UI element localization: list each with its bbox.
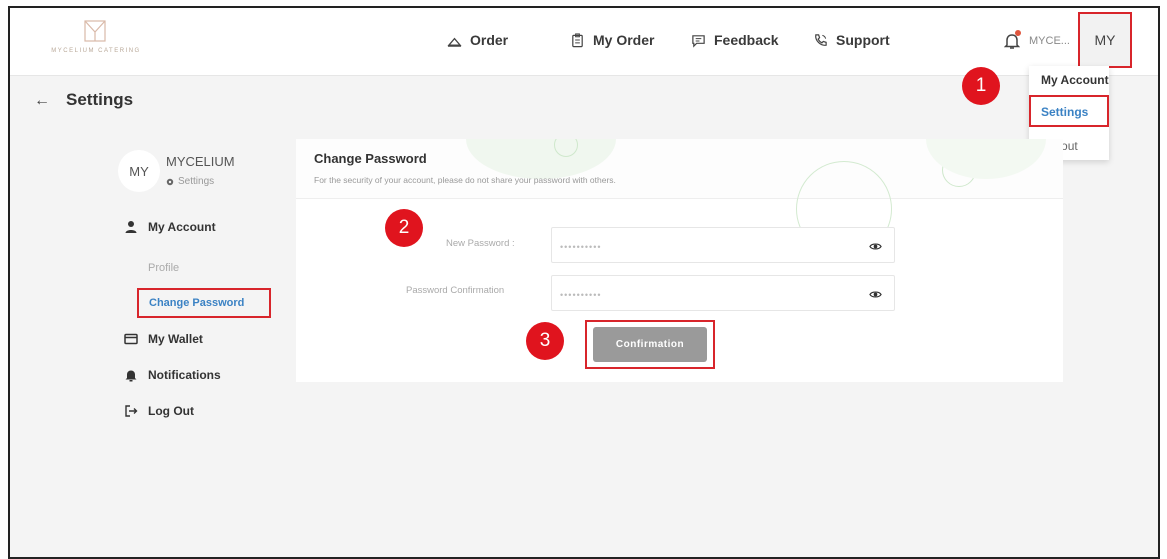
- new-password-label: New Password :: [446, 238, 515, 249]
- home-icon: [447, 37, 462, 47]
- sidebar-item-label: My Account: [148, 220, 216, 234]
- sidebar-item-label: My Wallet: [148, 332, 203, 346]
- dropdown-settings[interactable]: Settings: [1029, 95, 1109, 127]
- page-title: Settings: [66, 90, 134, 109]
- notification-button[interactable]: [1003, 30, 1021, 50]
- step-marker-1: 1: [962, 67, 1000, 105]
- card-title: Change Password: [314, 151, 427, 166]
- card-icon: [124, 333, 138, 345]
- password-confirmation-value: ••••••••••: [560, 290, 602, 300]
- sidebar-subtitle-label: Settings: [178, 176, 215, 187]
- clipboard-icon: [572, 32, 583, 47]
- sidebar-item-my-account[interactable]: My Account: [124, 220, 216, 234]
- brand-logo[interactable]: MYCELIUM CATERING: [46, 18, 146, 68]
- user-avatar-button[interactable]: MY: [1078, 12, 1132, 68]
- password-confirmation-input[interactable]: ••••••••••: [551, 275, 895, 311]
- top-navbar: MYCELIUM CATERING Order My Order Feedbac…: [10, 8, 1158, 76]
- logo-mark-icon: [84, 20, 106, 42]
- sidebar-item-notifications[interactable]: Notifications: [124, 368, 221, 382]
- sidebar-item-label: Notifications: [148, 368, 221, 382]
- bell-icon: [125, 370, 137, 382]
- sidebar-subitem-profile[interactable]: Profile: [148, 262, 179, 274]
- user-icon: [125, 221, 137, 233]
- nav-feedback-label: Feedback: [714, 32, 779, 48]
- nav-support-label: Support: [836, 32, 890, 48]
- nav-order[interactable]: Order: [447, 32, 508, 48]
- change-password-card: Change Password For the security of your…: [296, 139, 1063, 382]
- sidebar-username: MYCELIUM: [166, 154, 235, 169]
- sidebar-item-my-wallet[interactable]: My Wallet: [124, 332, 203, 346]
- nav-my-order[interactable]: My Order: [570, 32, 654, 48]
- notification-dot: [1015, 30, 1021, 36]
- sidebar-subitem-change-password[interactable]: Change Password: [137, 288, 271, 318]
- eye-icon[interactable]: [869, 288, 882, 301]
- step-marker-3: 3: [526, 322, 564, 360]
- nav-my-order-label: My Order: [593, 32, 655, 48]
- decorative-shape: [466, 139, 616, 179]
- sidebar-subtitle: Settings: [166, 176, 214, 187]
- dropdown-my-account[interactable]: My Account: [1029, 73, 1109, 87]
- logout-icon: [125, 405, 138, 417]
- nav-feedback[interactable]: Feedback: [691, 32, 779, 48]
- gear-icon: [166, 178, 174, 185]
- phone-icon: [815, 33, 827, 46]
- card-header: Change Password For the security of your…: [296, 139, 1063, 257]
- sidebar-item-log-out[interactable]: Log Out: [124, 404, 194, 418]
- eye-icon[interactable]: [869, 240, 882, 253]
- sidebar-avatar: MY: [118, 150, 160, 192]
- confirmation-highlight: Confirmation: [585, 320, 715, 369]
- card-subtitle: For the security of your account, please…: [314, 175, 616, 185]
- nav-order-label: Order: [470, 32, 509, 48]
- nav-support[interactable]: Support: [813, 32, 890, 48]
- chat-icon: [692, 34, 705, 48]
- logo-text: MYCELIUM CATERING: [51, 48, 141, 54]
- back-arrow-icon[interactable]: ←: [34, 92, 50, 110]
- new-password-input[interactable]: ••••••••••: [551, 227, 895, 263]
- username-label: MYCE...: [1029, 35, 1070, 47]
- sidebar-item-label: Log Out: [148, 404, 194, 418]
- confirmation-button[interactable]: Confirmation: [593, 327, 707, 362]
- step-marker-2: 2: [385, 209, 423, 247]
- new-password-value: ••••••••••: [560, 242, 602, 252]
- app-window: MYCELIUM CATERING Order My Order Feedbac…: [8, 6, 1160, 559]
- password-confirmation-label: Password Confirmation: [406, 285, 505, 296]
